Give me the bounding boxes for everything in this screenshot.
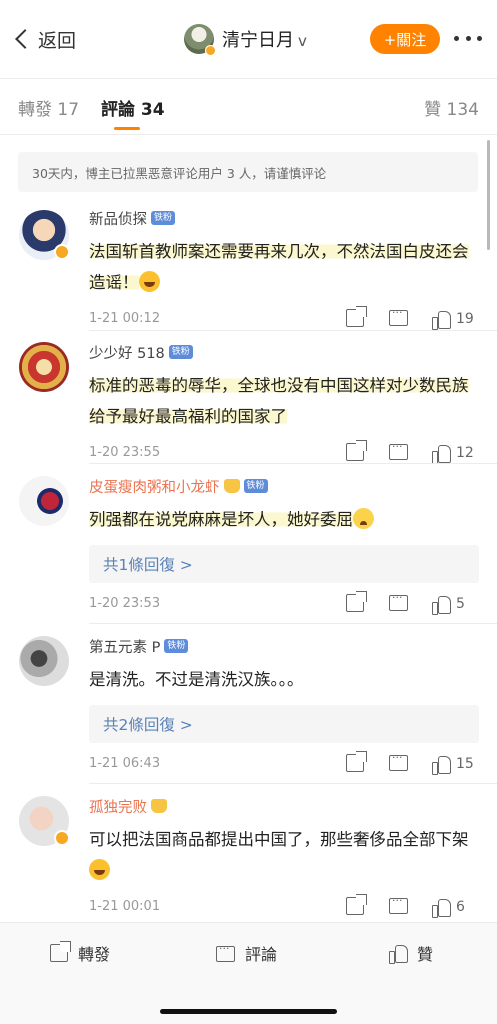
share-icon[interactable] bbox=[346, 440, 367, 463]
chevron-left-icon bbox=[15, 29, 35, 49]
comment-time: 1-21 00:12 bbox=[89, 311, 161, 326]
like-count: 12 bbox=[456, 445, 474, 461]
cry-emoji-icon bbox=[353, 508, 374, 529]
back-label: 返回 bbox=[38, 29, 77, 52]
comment-text: 列强都在说党麻麻是坏人，她好委屈 bbox=[89, 504, 479, 535]
thumbs-up-icon bbox=[432, 755, 451, 775]
reply-icon[interactable] bbox=[389, 440, 408, 463]
share-icon[interactable] bbox=[346, 751, 367, 774]
comment-button[interactable]: 評論 bbox=[216, 941, 277, 965]
avatar[interactable] bbox=[19, 796, 70, 846]
avatar[interactable] bbox=[19, 476, 69, 526]
tab-bar: 轉發 17 評論 34 贊 134 bbox=[0, 79, 497, 134]
like-count: 6 bbox=[456, 899, 465, 915]
more-options-icon[interactable] bbox=[450, 28, 486, 48]
thumbs-up-icon bbox=[432, 595, 451, 615]
comment-notice: 30天内，博主已拉黑恶意评论用户 3 人，请谨慎评论 bbox=[18, 152, 478, 192]
like-label: 贊 bbox=[417, 945, 434, 964]
active-tab-indicator bbox=[114, 127, 140, 130]
tab-like[interactable]: 贊 134 bbox=[424, 95, 479, 120]
share-icon[interactable] bbox=[346, 591, 367, 614]
thumbs-up-icon bbox=[432, 310, 451, 330]
header-user[interactable]: 清宁日月 v bbox=[184, 22, 307, 56]
reply-icon[interactable] bbox=[389, 591, 408, 614]
comment-time: 1-20 23:55 bbox=[89, 445, 161, 460]
username-text: 清宁日月 bbox=[222, 30, 294, 51]
fan-badge: 铁粉 bbox=[151, 211, 176, 225]
comment-username[interactable]: 少少好 518 铁粉 bbox=[89, 342, 479, 362]
divider bbox=[0, 134, 497, 135]
like-button[interactable]: 19 bbox=[432, 309, 474, 330]
comment-time: 1-21 06:43 bbox=[89, 756, 161, 771]
like-button[interactable]: 15 bbox=[432, 754, 474, 775]
verified-mark: v bbox=[298, 32, 307, 50]
comment-time: 1-20 23:53 bbox=[89, 596, 161, 611]
verified-badge-icon bbox=[205, 45, 216, 56]
crown-icon bbox=[151, 799, 167, 813]
share-icon[interactable] bbox=[346, 894, 367, 917]
avatar[interactable] bbox=[19, 636, 69, 686]
home-indicator[interactable] bbox=[160, 1009, 337, 1014]
follow-button[interactable]: +關注 bbox=[370, 24, 440, 54]
like-count: 19 bbox=[456, 311, 474, 327]
view-replies-link[interactable]: 共2條回復 > bbox=[89, 705, 479, 743]
like-count: 15 bbox=[456, 756, 474, 772]
fan-badge: 铁粉 bbox=[164, 639, 189, 653]
laugh-cry-emoji-icon bbox=[89, 859, 110, 880]
reply-icon[interactable] bbox=[389, 894, 408, 917]
comment-text: 可以把法国商品都提出中国了，那些奢侈品全部下架 bbox=[89, 824, 479, 886]
divider bbox=[89, 330, 497, 331]
tab-comment[interactable]: 評論 34 bbox=[101, 95, 165, 120]
comment-text: 是清洗。不过是清洗汉族。。。 bbox=[89, 670, 304, 689]
comment-time: 1-21 00:01 bbox=[89, 899, 161, 914]
back-button[interactable]: 返回 bbox=[12, 22, 76, 56]
thumbs-up-icon bbox=[389, 944, 408, 964]
crown-icon bbox=[223, 479, 240, 493]
top-nav-bar: 返回 清宁日月 v +關注 bbox=[0, 0, 497, 78]
fan-badge: 铁粉 bbox=[168, 345, 193, 359]
bottom-action-bar: 轉發 評論 贊 bbox=[0, 922, 497, 1024]
scrollbar[interactable] bbox=[487, 140, 490, 250]
thumbs-up-icon bbox=[432, 898, 451, 918]
verified-badge-icon bbox=[54, 830, 70, 846]
like-count: 5 bbox=[456, 596, 465, 612]
comment-text: 标准的恶毒的辱华，全球也没有中国这样对少数民族给予最好最高福利的国家了 bbox=[89, 376, 469, 426]
divider bbox=[89, 623, 497, 624]
tab-repost[interactable]: 轉發 17 bbox=[18, 95, 79, 120]
view-replies-link[interactable]: 共1條回復 > bbox=[89, 545, 479, 583]
divider bbox=[89, 783, 497, 784]
comment-username[interactable]: 皮蛋瘦肉粥和小龙虾 铁粉 bbox=[89, 476, 479, 496]
repost-label: 轉發 bbox=[78, 945, 111, 964]
avatar[interactable] bbox=[19, 210, 70, 260]
comment-icon bbox=[216, 942, 235, 962]
repost-button[interactable]: 轉發 bbox=[50, 941, 110, 965]
like-button[interactable]: 6 bbox=[432, 897, 465, 918]
reply-icon[interactable] bbox=[389, 751, 408, 774]
comment-username[interactable]: 新品侦探 铁粉 bbox=[89, 208, 479, 228]
share-icon[interactable] bbox=[346, 306, 367, 329]
repost-icon bbox=[50, 941, 71, 962]
fan-badge: 铁粉 bbox=[243, 479, 268, 493]
divider bbox=[89, 463, 497, 464]
reply-icon[interactable] bbox=[389, 306, 408, 329]
comment-username[interactable]: 孤独完败 bbox=[89, 796, 479, 816]
laugh-emoji-icon bbox=[138, 271, 160, 292]
verified-badge-icon bbox=[54, 244, 70, 260]
comment-username[interactable]: 第五元素 P 铁粉 bbox=[89, 636, 479, 656]
comment-text: 法国斩首教师案还需要再来几次，不然法国白皮还会造谣！ bbox=[89, 242, 469, 292]
like-button[interactable]: 5 bbox=[432, 594, 465, 615]
like-button[interactable]: 12 bbox=[432, 443, 474, 464]
like-button[interactable]: 贊 bbox=[389, 941, 433, 965]
thumbs-up-icon bbox=[432, 444, 451, 464]
avatar[interactable] bbox=[19, 342, 69, 392]
comment-label: 評論 bbox=[245, 945, 278, 964]
avatar[interactable] bbox=[184, 24, 216, 56]
header-username[interactable]: 清宁日月 v bbox=[222, 26, 307, 52]
